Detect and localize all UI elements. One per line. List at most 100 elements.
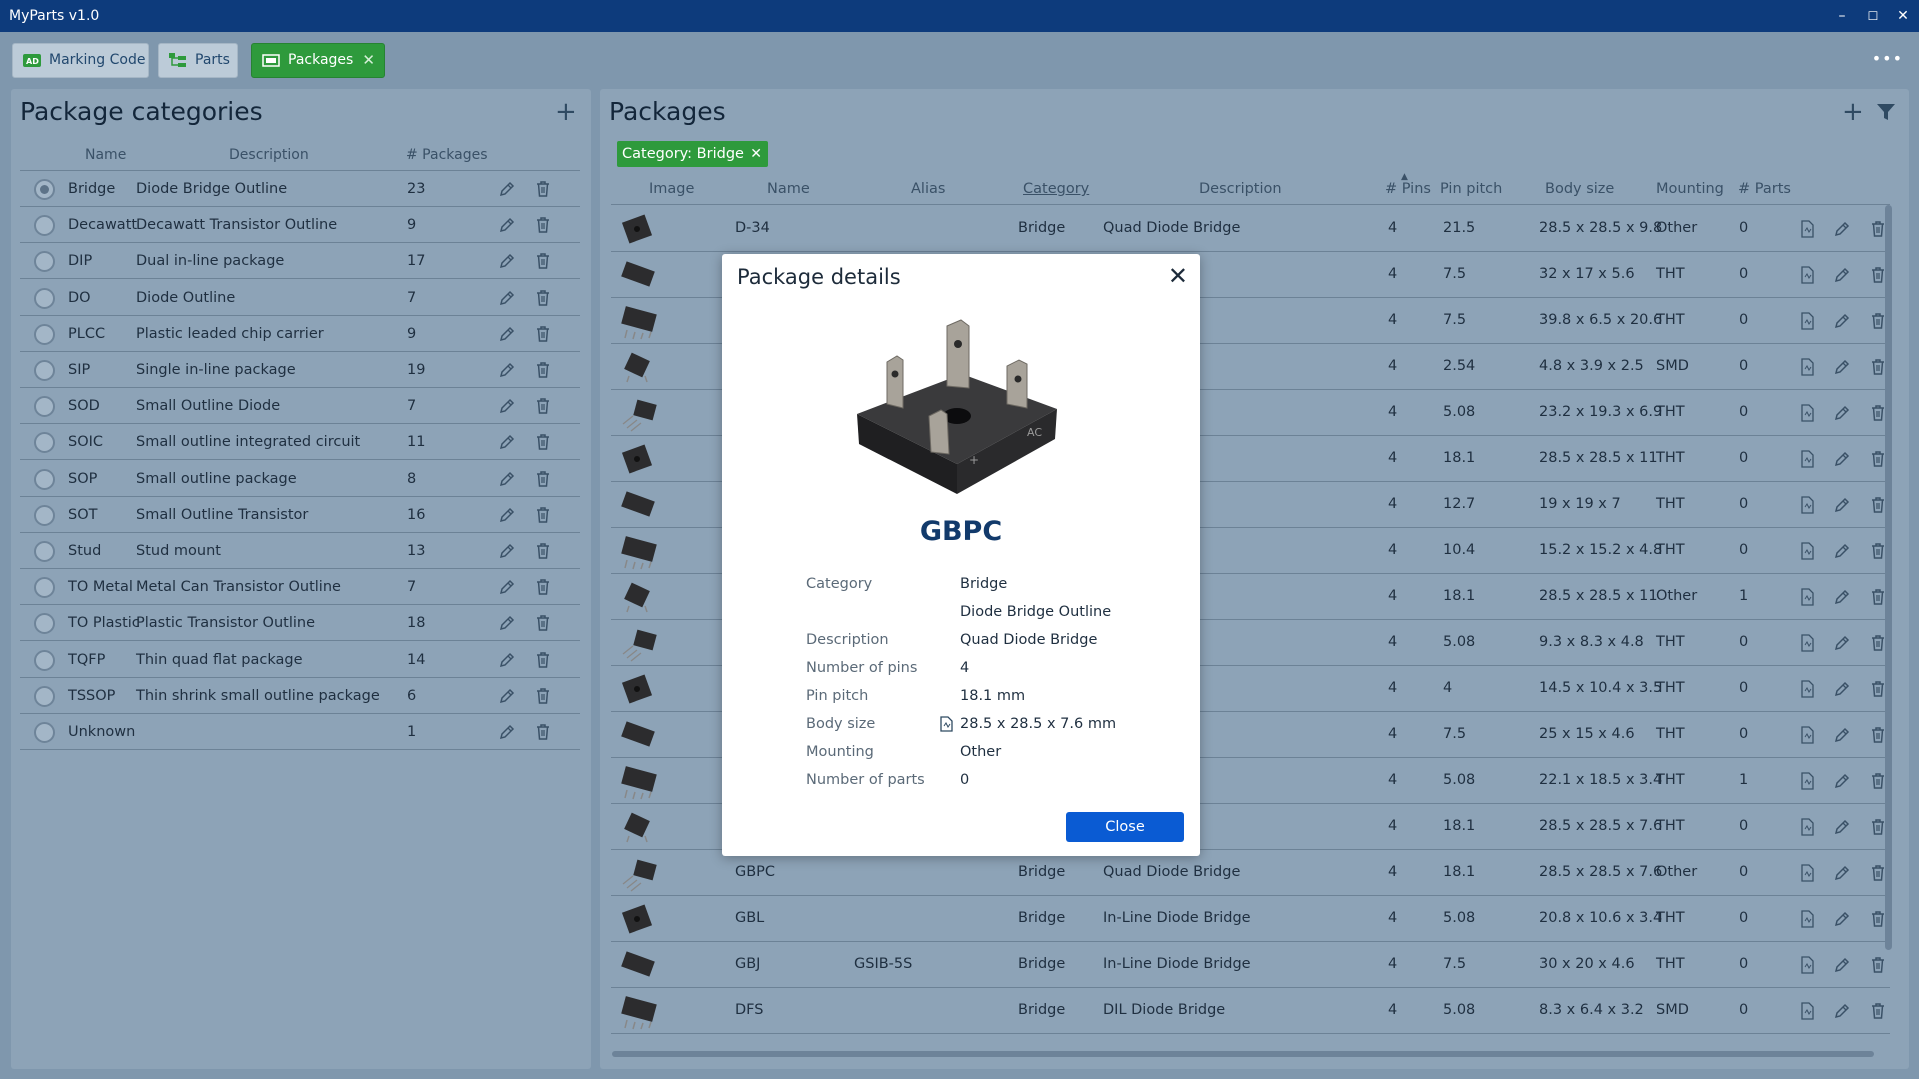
package-row[interactable]: GBPC Bridge Quad Diode Bridge 4 18.1 28.5 x 2… xyxy=(611,850,1890,896)
delete-icon[interactable] xyxy=(534,578,552,596)
category-row[interactable]: SOT Small Outline Transistor 16 xyxy=(20,497,580,533)
edit-icon[interactable] xyxy=(1833,220,1851,238)
tab-close-icon[interactable]: ✕ xyxy=(362,44,375,77)
delete-icon[interactable] xyxy=(534,506,552,524)
edit-icon[interactable] xyxy=(498,687,516,705)
edit-icon[interactable] xyxy=(1833,404,1851,422)
category-radio[interactable] xyxy=(34,577,55,599)
edit-icon[interactable] xyxy=(1833,588,1851,606)
edit-icon[interactable] xyxy=(1833,726,1851,744)
datasheet-icon[interactable] xyxy=(1799,220,1817,238)
edit-icon[interactable] xyxy=(498,578,516,596)
edit-icon[interactable] xyxy=(1833,864,1851,882)
delete-icon[interactable] xyxy=(534,687,552,705)
column-header-mounting[interactable]: Mounting xyxy=(1656,181,1724,197)
column-header-name[interactable]: Name xyxy=(767,181,810,197)
category-row[interactable]: Decawatt Decawatt Transistor Outline 9 xyxy=(20,207,580,244)
category-row[interactable]: DIP Dual in-line package 17 xyxy=(20,243,580,280)
edit-icon[interactable] xyxy=(1833,450,1851,468)
horizontal-scrollbar[interactable] xyxy=(612,1051,1874,1057)
category-radio[interactable] xyxy=(34,722,55,743)
category-radio[interactable] xyxy=(34,685,55,707)
category-radio[interactable] xyxy=(34,649,55,671)
edit-icon[interactable] xyxy=(1833,266,1851,284)
datasheet-icon[interactable] xyxy=(1799,312,1817,330)
edit-icon[interactable] xyxy=(498,361,516,379)
add-category-button[interactable]: + xyxy=(555,97,577,127)
category-row[interactable]: SOP Small outline package 8 xyxy=(20,461,580,497)
delete-icon[interactable] xyxy=(534,542,552,560)
category-row[interactable]: PLCC Plastic leaded chip carrier 9 xyxy=(20,316,580,352)
delete-icon[interactable] xyxy=(534,252,552,270)
edit-icon[interactable] xyxy=(1833,312,1851,330)
category-radio[interactable] xyxy=(34,504,55,526)
category-radio[interactable] xyxy=(34,468,55,490)
category-row[interactable]: DO Diode Outline 7 xyxy=(20,280,580,316)
edit-icon[interactable] xyxy=(498,433,516,451)
delete-icon[interactable] xyxy=(534,216,552,234)
column-header-parts[interactable]: # Parts xyxy=(1738,181,1791,197)
datasheet-icon[interactable] xyxy=(1799,818,1817,836)
edit-icon[interactable] xyxy=(1833,496,1851,514)
category-row[interactable]: Stud Stud mount 13 xyxy=(20,533,580,569)
datasheet-icon[interactable] xyxy=(1799,864,1817,882)
edit-icon[interactable] xyxy=(498,180,516,198)
filter-icon[interactable] xyxy=(1876,102,1896,122)
edit-icon[interactable] xyxy=(498,289,516,307)
edit-icon[interactable] xyxy=(1833,634,1851,652)
edit-icon[interactable] xyxy=(498,506,516,524)
delete-icon[interactable] xyxy=(534,723,552,741)
datasheet-icon[interactable] xyxy=(1799,588,1817,606)
maximize-icon[interactable]: ☐ xyxy=(1862,6,1884,26)
datasheet-icon[interactable] xyxy=(1799,358,1817,376)
category-radio[interactable] xyxy=(34,323,55,345)
edit-icon[interactable] xyxy=(1833,680,1851,698)
column-header-category[interactable]: Category xyxy=(1023,181,1089,197)
edit-icon[interactable] xyxy=(498,470,516,488)
delete-icon[interactable] xyxy=(534,470,552,488)
datasheet-icon[interactable] xyxy=(1799,266,1817,284)
category-row[interactable]: SOD Small Outline Diode 7 xyxy=(20,388,580,425)
minimize-icon[interactable]: – xyxy=(1831,6,1853,26)
category-radio[interactable] xyxy=(34,432,55,454)
edit-icon[interactable] xyxy=(498,542,516,560)
delete-icon[interactable] xyxy=(1869,1002,1887,1020)
category-radio[interactable] xyxy=(34,287,55,309)
datasheet-icon[interactable] xyxy=(1799,496,1817,514)
remove-filter-icon[interactable]: ✕ xyxy=(750,141,762,167)
edit-icon[interactable] xyxy=(498,397,516,415)
package-row[interactable]: DFS Bridge DIL Diode Bridge 4 5.08 8.3 x 6.4 … xyxy=(611,988,1890,1034)
edit-icon[interactable] xyxy=(1833,542,1851,560)
category-radio[interactable] xyxy=(34,396,55,418)
category-row[interactable]: TO Metal Metal Can Transistor Outline 7 xyxy=(20,569,580,606)
edit-icon[interactable] xyxy=(498,325,516,343)
datasheet-icon[interactable] xyxy=(1799,726,1817,744)
datasheet-icon[interactable] xyxy=(1799,680,1817,698)
category-row[interactable]: TO Plastic Plastic Transistor Outline 18 xyxy=(20,605,580,642)
vertical-scrollbar[interactable] xyxy=(1885,205,1892,950)
category-row[interactable]: Bridge Diode Bridge Outline 23 xyxy=(20,171,580,207)
delete-icon[interactable] xyxy=(534,614,552,632)
delete-icon[interactable] xyxy=(534,361,552,379)
delete-icon[interactable] xyxy=(534,433,552,451)
edit-icon[interactable] xyxy=(498,252,516,270)
datasheet-icon[interactable] xyxy=(1799,542,1817,560)
category-radio[interactable] xyxy=(34,215,55,237)
edit-icon[interactable] xyxy=(1833,818,1851,836)
delete-icon[interactable] xyxy=(534,180,552,198)
category-row[interactable]: Unknown 1 xyxy=(20,714,580,750)
tab-packages[interactable]: Packages ✕ xyxy=(251,43,385,78)
edit-icon[interactable] xyxy=(498,651,516,669)
datasheet-icon[interactable] xyxy=(1799,910,1817,928)
edit-icon[interactable] xyxy=(1833,910,1851,928)
column-header-pin-pitch[interactable]: Pin pitch xyxy=(1440,181,1502,197)
edit-icon[interactable] xyxy=(1833,772,1851,790)
datasheet-icon[interactable] xyxy=(1799,450,1817,468)
column-header-name[interactable]: Name xyxy=(85,147,126,163)
column-header-alias[interactable]: Alias xyxy=(911,181,945,197)
datasheet-icon[interactable] xyxy=(1799,956,1817,974)
delete-icon[interactable] xyxy=(534,289,552,307)
edit-icon[interactable] xyxy=(498,216,516,234)
datasheet-icon[interactable] xyxy=(1799,772,1817,790)
category-row[interactable]: SIP Single in-line package 19 xyxy=(20,352,580,388)
